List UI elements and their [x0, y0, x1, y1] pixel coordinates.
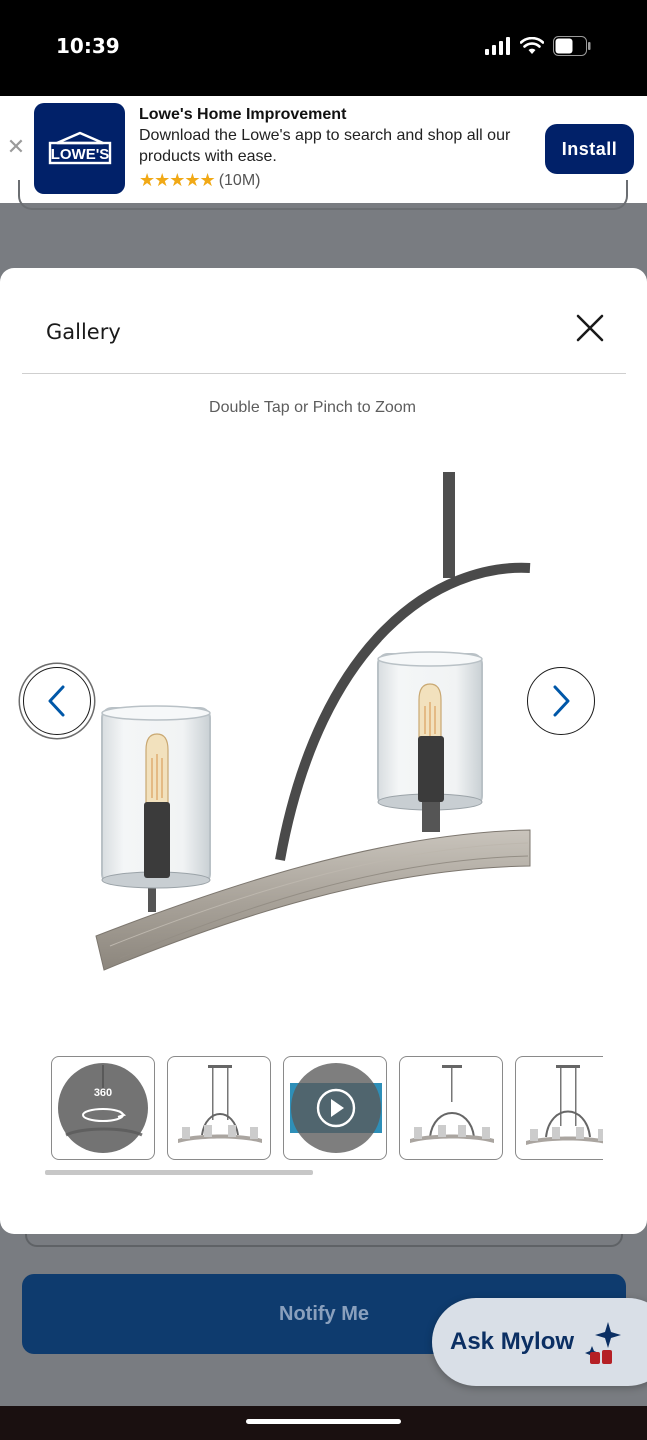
zoom-hint: Double Tap or Pinch to Zoom — [209, 399, 416, 416]
360-view-overlay — [58, 1063, 148, 1153]
ask-mylow-label: Ask Mylow — [450, 1328, 575, 1355]
chandelier-thumb-icon — [410, 1065, 494, 1143]
banner-text: Lowe's Home Improvement Download the Low… — [139, 105, 549, 191]
background-card — [18, 180, 628, 210]
logo-text: LOWE'S — [50, 146, 109, 163]
mylow-sparkle-icon — [585, 1322, 622, 1364]
chandelier-thumb-icon — [178, 1065, 262, 1143]
banner-title: Lowe's Home Improvement — [139, 106, 347, 123]
thumbnail-360-label: 360 — [93, 1087, 113, 1099]
thumbnail-strip[interactable]: 360 — [51, 1056, 603, 1162]
video-thumb-icon — [290, 1063, 382, 1153]
chevron-left-icon — [48, 685, 65, 717]
status-icons — [485, 36, 591, 56]
thumbnail-image-1[interactable] — [167, 1056, 271, 1160]
gallery-modal: Gallery Double Tap or Pinch to Zoom 360 — [0, 268, 647, 1234]
next-image-button[interactable] — [527, 667, 595, 735]
gallery-divider — [22, 373, 626, 374]
gallery-title: Gallery — [46, 320, 121, 344]
signal-icon — [485, 37, 510, 55]
chandelier-thumb-icon — [526, 1065, 603, 1145]
thumbnail-360[interactable]: 360 — [51, 1056, 155, 1160]
thumbnail-image-3[interactable] — [515, 1056, 603, 1160]
status-bar: 10:39 — [0, 0, 647, 96]
thumbnail-video[interactable] — [283, 1056, 387, 1160]
ask-mylow-button[interactable]: Ask Mylow — [432, 1298, 647, 1386]
close-icon[interactable] — [574, 312, 606, 344]
previous-image-button[interactable] — [23, 667, 91, 735]
status-time: 10:39 — [56, 34, 120, 58]
thumbnail-scrollbar[interactable] — [45, 1170, 313, 1175]
banner-description: Download the Lowe's app to search and sh… — [139, 127, 511, 165]
thumbnail-image-2[interactable] — [399, 1056, 503, 1160]
rotate-360-icon — [82, 1108, 127, 1122]
lowes-logo-mark: LOWE'S — [48, 131, 111, 164]
banner-close-icon[interactable]: ✕ — [6, 134, 26, 160]
home-indicator[interactable] — [246, 1419, 401, 1424]
install-button[interactable]: Install — [545, 124, 634, 174]
chevron-right-icon — [553, 685, 570, 717]
wifi-icon — [520, 37, 544, 54]
battery-icon — [553, 36, 591, 56]
product-image[interactable] — [80, 468, 550, 988]
